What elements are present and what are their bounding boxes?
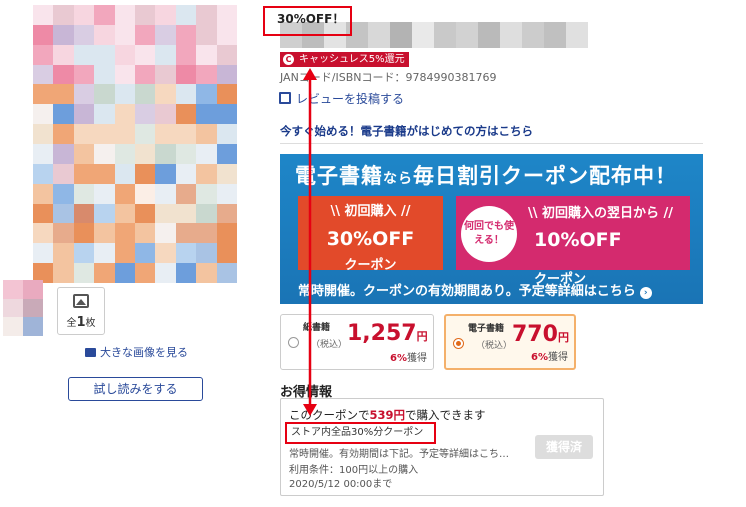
coupon-name: ストア内全品30%分クーポン	[285, 422, 436, 444]
review-link-label: レビューを投稿する	[296, 92, 405, 106]
paper-book-option[interactable]: 紙書籍 （税込） 1,257円 6%獲得	[280, 314, 434, 370]
image-count-label: 全1枚	[66, 315, 96, 330]
divider	[280, 143, 703, 144]
ebook-points: 6%獲得	[531, 352, 568, 363]
ebook-kind-label: 電子書籍	[468, 324, 505, 334]
banner-headline: 電子書籍なら毎日割引クーポン配布中！	[295, 164, 677, 188]
coupon-price-line: このクーポンで539円で購入できます	[289, 408, 486, 422]
coupon-description[interactable]: 常時開催。有効期間は下記。予定等詳細はこち…	[289, 445, 509, 460]
paper-price: 1,257円	[347, 321, 428, 346]
banner-card-10off: 何回でも使える！ \\ 初回購入の翌日から // 10%OFF クーポン	[456, 196, 690, 287]
product-cover-image[interactable]	[33, 5, 237, 283]
image-icon	[85, 348, 96, 357]
trial-read-button[interactable]: 試し読みをする	[68, 377, 203, 401]
view-large-image-label: 大きな画像を見る	[100, 346, 188, 359]
ebook-radio[interactable]	[453, 338, 464, 349]
cashless-badge: C キャッシュレス5%還元	[280, 52, 409, 67]
ebook-option[interactable]: 電子書籍 （税込） 770円 6%獲得	[444, 314, 576, 370]
card2-pill: 何回でも使える！	[461, 206, 517, 262]
jan-code: JANコード/ISBNコード：9784990381769	[280, 71, 497, 84]
cover-thumbnail[interactable]	[3, 280, 43, 336]
review-link[interactable]: レビューを投稿する	[279, 90, 404, 107]
acquired-button[interactable]: 獲得済	[535, 435, 593, 459]
coupon-condition: 利用条件：100円以上の購入	[289, 465, 419, 476]
coupon-expiry: 2020/5/12 00:00まで	[289, 479, 393, 490]
card2-caption: \\ 初回購入の翌日から //	[528, 206, 674, 221]
card1-sub: クーポン	[344, 258, 397, 273]
view-large-image-link[interactable]: 大きな画像を見る	[85, 344, 188, 360]
ebook-tax-label: （税込）	[476, 341, 513, 351]
card1-value: 30%OFF	[326, 228, 415, 250]
coupon-card: このクーポンで539円で購入できます ストア内全品30%分クーポン 常時開催。有…	[280, 398, 604, 496]
image-count-box[interactable]: 全1枚	[57, 287, 105, 335]
paper-tax-label: （税込）	[311, 340, 348, 350]
chevron-right-icon: ›	[639, 287, 652, 299]
paper-points: 6%獲得	[390, 353, 427, 364]
coupon-banner[interactable]: 電子書籍なら毎日割引クーポン配布中！ \\ 初回購入 // 30%OFF クーポ…	[280, 154, 703, 304]
ebook-first-time-link[interactable]: 今すぐ始める！電子書籍がはじめての方はこちら	[280, 123, 533, 139]
edit-icon	[279, 92, 291, 104]
image-icon	[73, 294, 89, 308]
paper-radio[interactable]	[288, 337, 299, 348]
discount-badge: 30%OFF！	[263, 6, 352, 36]
ebook-price: 770円	[512, 322, 569, 347]
card1-caption: \\ 初回購入 //	[330, 204, 411, 219]
cashless-c-icon: C	[283, 54, 294, 65]
cashless-label: キャッシュレス5%還元	[299, 54, 405, 65]
banner-card-30off: \\ 初回購入 // 30%OFF クーポン	[298, 196, 443, 273]
banner-footer: 常時開催。クーポンの有効期間あり。予定等詳細はこちら ›	[298, 280, 652, 299]
paper-kind-label: 紙書籍	[303, 323, 331, 333]
